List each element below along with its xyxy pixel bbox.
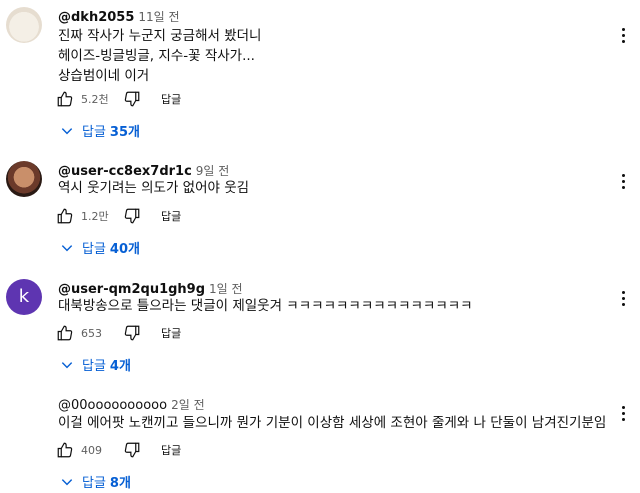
comment-time[interactable]: 11일 전: [138, 10, 179, 24]
like-icon[interactable]: [54, 88, 76, 110]
like-count: 653: [81, 326, 102, 340]
comment-actions: 1.2만 답글: [54, 205, 181, 227]
comment-actions: 409 답글: [54, 439, 181, 461]
like-icon[interactable]: [54, 322, 76, 344]
like-count: 1.2만: [81, 210, 109, 223]
replies-label: 답글: [82, 476, 106, 491]
comment-time[interactable]: 2일 전: [171, 398, 205, 412]
author-avatar[interactable]: k: [6, 279, 42, 315]
chevron-down-icon: [61, 361, 73, 368]
comment-header: @user-qm2qu1gh9g 1일 전: [58, 280, 243, 297]
more-actions-icon[interactable]: [616, 171, 630, 191]
show-replies-button[interactable]: 답글 40개: [60, 238, 140, 257]
replies-label: 답글: [82, 359, 106, 374]
chevron-down-icon: [61, 478, 73, 485]
dislike-icon[interactable]: [121, 205, 143, 227]
author-name[interactable]: @user-qm2qu1gh9g: [58, 282, 205, 297]
author-name[interactable]: @00oooooooooo: [58, 398, 167, 413]
reply-button[interactable]: 답글: [161, 442, 181, 458]
more-actions-icon[interactable]: [616, 403, 630, 423]
like-count: 5.2천: [81, 93, 109, 106]
comment-actions: 5.2천 답글: [54, 88, 181, 110]
author-name[interactable]: @dkh2055: [58, 10, 134, 25]
author-avatar[interactable]: [6, 161, 42, 197]
chevron-down-icon: [61, 127, 73, 134]
comment-header: @user-cc8ex7dr1c 9일 전: [58, 162, 229, 179]
show-replies-button[interactable]: 답글 35개: [60, 121, 140, 140]
dislike-icon[interactable]: [121, 88, 143, 110]
comment-line: 헤이즈-빙글빙글, 지수-꽃 작사가...: [58, 48, 255, 64]
replies-count: 35개: [109, 125, 140, 140]
like-icon[interactable]: [54, 205, 76, 227]
comment-text: 진짜 작사가 누군지 궁금해서 봤더니 헤이즈-빙글빙글, 지수-꽃 작사가..…: [58, 26, 261, 86]
comment-time[interactable]: 1일 전: [209, 282, 243, 296]
like-icon[interactable]: [54, 439, 76, 461]
replies-label: 답글: [82, 242, 106, 257]
reply-button[interactable]: 답글: [161, 91, 181, 107]
comment-time[interactable]: 9일 전: [196, 164, 230, 178]
author-avatar[interactable]: [6, 7, 42, 43]
comment-line: 대북방송으로 틀으라는 댓글이 제일웃겨 ㅋㅋㅋㅋㅋㅋㅋㅋㅋㅋㅋㅋㅋㅋㅋ: [58, 298, 473, 314]
comment-line: 이걸 에어팟 노캔끼고 들으니까 뭔가 기분이 이상함 세상에 조현아 줄게와 …: [58, 415, 607, 431]
comment-line: 역시 웃기려는 의도가 없어야 웃김: [58, 180, 250, 196]
show-replies-button[interactable]: 답글 4개: [60, 355, 131, 374]
dislike-icon[interactable]: [121, 322, 143, 344]
comment-header: @dkh2055 11일 전: [58, 8, 180, 25]
show-replies-button[interactable]: 답글 8개: [60, 472, 131, 491]
more-actions-icon[interactable]: [616, 25, 630, 45]
replies-count: 8개: [109, 476, 131, 491]
replies-count: 40개: [109, 242, 140, 257]
author-name[interactable]: @user-cc8ex7dr1c: [58, 164, 192, 179]
avatar-letter: k: [18, 286, 30, 307]
comment-text: 이걸 에어팟 노캔끼고 들으니까 뭔가 기분이 이상함 세상에 조현아 줄게와 …: [58, 413, 606, 433]
comment-line: 진짜 작사가 누군지 궁금해서 봤더니: [58, 28, 262, 44]
replies-count: 4개: [109, 359, 131, 374]
dislike-icon[interactable]: [121, 439, 143, 461]
reply-button[interactable]: 답글: [161, 208, 181, 224]
chevron-down-icon: [61, 244, 73, 251]
comment-text: 대북방송으로 틀으라는 댓글이 제일웃겨 ㅋㅋㅋㅋㅋㅋㅋㅋㅋㅋㅋㅋㅋㅋㅋ: [58, 296, 473, 316]
like-count: 409: [81, 443, 102, 457]
comment-text: 역시 웃기려는 의도가 없어야 웃김: [58, 178, 249, 198]
reply-button[interactable]: 답글: [161, 325, 181, 341]
comment-header: @00oooooooooo 2일 전: [58, 396, 205, 413]
more-actions-icon[interactable]: [616, 288, 630, 308]
comment-actions: 653 답글: [54, 322, 181, 344]
comment-line: 상습범이네 이거: [58, 68, 150, 84]
replies-label: 답글: [82, 125, 106, 140]
